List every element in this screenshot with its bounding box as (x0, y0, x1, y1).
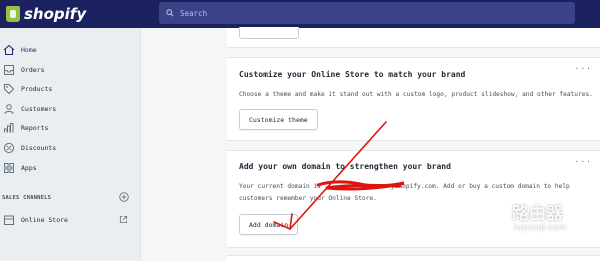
luyouqi-watermark: 路由器 luyouqi.com (478, 196, 600, 242)
store-icon (4, 215, 14, 225)
search-icon (166, 9, 174, 17)
search-placeholder: Search (180, 8, 208, 18)
shopify-logo[interactable]: shopify (6, 3, 86, 25)
sidebar-item-label: Discounts (21, 144, 57, 152)
previous-card-button[interactable] (239, 27, 299, 39)
sidebar-item-reports[interactable]: Reports (0, 119, 140, 137)
sidebar-item-home[interactable]: Home (0, 41, 140, 59)
previous-card (227, 27, 600, 48)
sales-channels-header: SALES CHANNELS (2, 195, 52, 201)
discount-icon (3, 142, 15, 154)
customers-icon (4, 104, 14, 115)
sidebar-item-label: Online Store (21, 216, 68, 224)
sidebar-item-apps[interactable]: Apps (0, 159, 140, 177)
sidebar-item-discounts[interactable]: Discounts (0, 139, 140, 157)
card-title: Customize your Online Store to match you… (239, 70, 466, 79)
sidebar-item-label: Home (21, 46, 37, 54)
card-title: Add your own domain to strengthen your b… (239, 162, 451, 171)
sidebar-item-label: Apps (21, 164, 37, 172)
domain-text-suffix: yshopify.com. Add or buy a custom domain… (390, 183, 570, 190)
more-actions-icon[interactable]: ... (575, 62, 592, 71)
watermark-title: 路由器 (512, 204, 563, 224)
home-icon (3, 44, 15, 56)
reports-icon (4, 123, 14, 133)
orders-icon (4, 65, 14, 75)
next-card (227, 255, 600, 261)
sidebar-item-customers[interactable]: Customers (0, 100, 140, 118)
watermark-url: luyouqi.com (514, 223, 566, 233)
sidebar-item-label: Products (21, 85, 53, 93)
shopping-bag-icon (6, 6, 20, 22)
external-link-icon[interactable] (119, 215, 128, 224)
search-input[interactable]: Search (159, 2, 575, 24)
more-actions-icon[interactable]: ... (575, 155, 592, 164)
add-sales-channel-icon[interactable] (119, 192, 129, 202)
sidebar-item-online-store[interactable]: Online Store (0, 211, 140, 229)
domain-text-line2: customers remember your Online Store. (239, 195, 377, 202)
top-bar: shopify Search (0, 0, 600, 28)
domain-text-prefix: Your current domain is (239, 183, 321, 190)
card-description: Choose a theme and make it stand out wit… (239, 91, 593, 98)
sidebar-item-label: Customers (21, 105, 57, 113)
sidebar-item-label: Orders (21, 66, 45, 74)
sidebar-item-products[interactable]: Products (0, 80, 140, 98)
add-domain-button[interactable]: Add domain (239, 214, 299, 235)
logo-text: shopify (24, 5, 87, 23)
sidebar: Home Orders Products Customers Reports D… (0, 28, 141, 261)
customize-store-card: Customize your Online Store to match you… (227, 57, 600, 141)
apps-icon (4, 163, 14, 173)
tag-icon (4, 84, 15, 95)
sidebar-item-label: Reports (21, 124, 49, 132)
sidebar-item-orders[interactable]: Orders (0, 61, 140, 79)
router-logo-icon (479, 197, 507, 229)
customize-theme-button[interactable]: Customize theme (239, 109, 318, 130)
